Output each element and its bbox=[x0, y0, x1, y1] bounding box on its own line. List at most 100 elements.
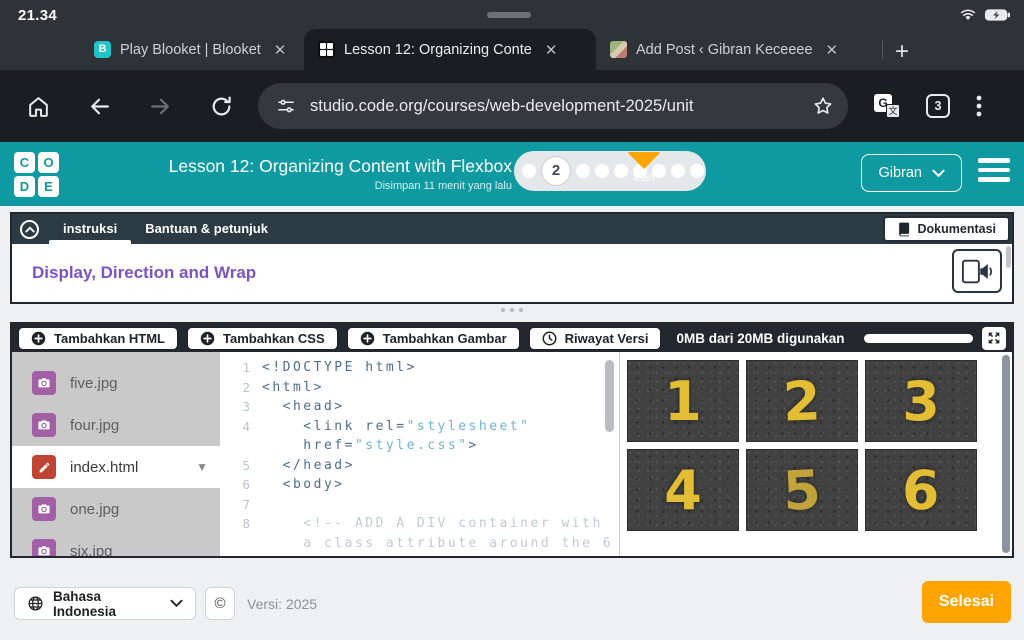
tab-close-icon[interactable]: ✕ bbox=[822, 39, 843, 61]
reload-button[interactable] bbox=[209, 94, 234, 119]
more-levels-label: lebih bbox=[622, 173, 666, 184]
documentation-button[interactable]: Dokumentasi bbox=[883, 216, 1011, 242]
code-line: a class attribute around the 6 bbox=[228, 534, 619, 554]
level-bubble[interactable]: 2 bbox=[541, 156, 571, 186]
preview-image-number-5: 5 bbox=[746, 449, 858, 531]
browser-tab[interactable]: BPlay Blooket | Blooket✕ bbox=[80, 29, 304, 70]
browser-tab[interactable]: Add Post ‹ Gibran Keceeee ✕ bbox=[596, 29, 880, 70]
forward-button[interactable] bbox=[148, 94, 173, 119]
collapse-chevron-icon[interactable] bbox=[20, 220, 39, 239]
line-number: 7 bbox=[228, 495, 250, 515]
file-name: index.html bbox=[70, 459, 138, 476]
file-item-one.jpg[interactable]: one.jpg bbox=[12, 488, 220, 530]
code-line: 1<!DOCTYPE html> bbox=[228, 358, 619, 378]
clock-icon bbox=[542, 331, 557, 346]
editor-scrollbar-thumb[interactable] bbox=[605, 360, 614, 432]
more-levels-arrow-icon[interactable] bbox=[627, 152, 661, 169]
new-tab-button[interactable]: + bbox=[895, 40, 909, 64]
lesson-header: CODE Lesson 12: Organizing Content with … bbox=[0, 142, 1024, 206]
finish-button[interactable]: Selesai bbox=[922, 581, 1011, 623]
translate-icon[interactable]: G文 bbox=[874, 94, 900, 118]
level-progress-bubbles[interactable]: 2 bbox=[514, 151, 706, 191]
copyright-button[interactable]: © bbox=[205, 587, 235, 620]
text-to-speech-button[interactable] bbox=[952, 249, 1002, 293]
more-levels[interactable]: lebih bbox=[622, 152, 666, 184]
plus-icon bbox=[200, 331, 215, 346]
bookmark-star-icon[interactable] bbox=[812, 95, 834, 117]
menu-kebab-icon[interactable] bbox=[976, 95, 982, 117]
version-text: Versi: 2025 bbox=[247, 596, 317, 612]
tab-close-icon[interactable]: ✕ bbox=[270, 39, 291, 61]
line-number: 4 bbox=[228, 417, 250, 437]
preview-scrollbar-thumb[interactable] bbox=[1002, 355, 1010, 553]
tab-bantuan-petunjuk[interactable]: Bantuan & petunjuk bbox=[131, 214, 282, 244]
file-name: one.jpg bbox=[70, 501, 119, 518]
camera-cutout bbox=[487, 12, 531, 18]
back-button[interactable] bbox=[87, 94, 112, 119]
plus-icon bbox=[360, 331, 375, 346]
panel-resize-handle[interactable] bbox=[0, 308, 1024, 312]
level-bubble[interactable] bbox=[522, 164, 536, 178]
toolbar-button-tambahkan-css[interactable]: Tambahkan CSS bbox=[187, 327, 338, 350]
toolbar-button-tambahkan-gambar[interactable]: Tambahkan Gambar bbox=[347, 327, 520, 350]
lesson-titles: Lesson 12: Organizing Content with Flexb… bbox=[0, 156, 512, 192]
painted-number: 4 bbox=[664, 459, 702, 522]
tab-close-icon[interactable]: ✕ bbox=[541, 39, 562, 61]
preview-pane: 123456 bbox=[620, 352, 1012, 556]
image-file-icon bbox=[32, 539, 56, 556]
image-file-icon bbox=[32, 371, 56, 395]
level-bubble[interactable] bbox=[576, 164, 590, 178]
wifi-icon bbox=[959, 7, 977, 22]
toolbar-button-tambahkan-html[interactable]: Tambahkan HTML bbox=[18, 327, 178, 350]
code-text: <!-- ADD A DIV container with bbox=[262, 514, 603, 534]
painted-number: 5 bbox=[782, 458, 823, 523]
url-text[interactable]: studio.code.org/courses/web-development-… bbox=[310, 97, 812, 116]
painted-number: 1 bbox=[664, 370, 702, 433]
preview-image-number-6: 6 bbox=[865, 449, 977, 531]
file-name: six.jpg bbox=[70, 543, 113, 557]
hamburger-menu-icon[interactable] bbox=[978, 158, 1010, 182]
storage-usage-text: 0MB dari 20MB digunakan bbox=[676, 331, 844, 346]
file-item-index.html[interactable]: index.html ▼ bbox=[12, 446, 220, 488]
instruction-heading: Display, Direction and Wrap bbox=[32, 263, 256, 283]
scrollbar-thumb[interactable] bbox=[1006, 246, 1011, 268]
toolbar-button-riwayat-versi[interactable]: Riwayat Versi bbox=[529, 327, 662, 350]
line-number: 3 bbox=[228, 397, 250, 417]
user-menu-button[interactable]: Gibran bbox=[861, 154, 962, 192]
photo-favicon-icon bbox=[610, 41, 627, 58]
expand-icon bbox=[986, 330, 1002, 346]
code-text: <body> bbox=[262, 475, 345, 495]
code-line: 4 <link rel="stylesheet" bbox=[228, 417, 619, 437]
painted-number: 6 bbox=[901, 458, 941, 522]
level-bubble[interactable] bbox=[595, 164, 609, 178]
tab-title: Add Post ‹ Gibran Keceeee bbox=[636, 42, 813, 58]
home-button[interactable] bbox=[26, 94, 51, 119]
image-file-icon bbox=[32, 497, 56, 521]
line-number bbox=[228, 436, 250, 456]
address-bar[interactable]: studio.code.org/courses/web-development-… bbox=[258, 83, 848, 129]
file-item-four.jpg[interactable]: four.jpg bbox=[12, 404, 220, 446]
fullscreen-button[interactable] bbox=[982, 327, 1006, 350]
code-line: href="style.css"> bbox=[228, 436, 619, 456]
site-settings-icon[interactable] bbox=[276, 96, 296, 116]
code-line: 5 </head> bbox=[228, 456, 619, 476]
file-item-six.jpg[interactable]: six.jpg bbox=[12, 530, 220, 556]
tab-switcher-button[interactable]: 3 bbox=[926, 94, 950, 118]
file-item-five.jpg[interactable]: five.jpg bbox=[12, 362, 220, 404]
level-bubble[interactable] bbox=[671, 164, 685, 178]
language-select[interactable]: Bahasa Indonesia bbox=[14, 587, 196, 620]
code-editor[interactable]: 1<!DOCTYPE html>2<html>3 <head>4 <link r… bbox=[220, 352, 620, 556]
file-name: four.jpg bbox=[70, 417, 119, 434]
line-number: 6 bbox=[228, 475, 250, 495]
code-text: a class attribute around the 6 bbox=[262, 534, 613, 554]
level-bubble[interactable] bbox=[690, 164, 704, 178]
preview-image-number-3: 3 bbox=[865, 360, 977, 442]
tab-instruksi[interactable]: instruksi bbox=[49, 214, 131, 244]
code-line: 3 <head> bbox=[228, 397, 619, 417]
image-file-icon bbox=[32, 413, 56, 437]
caret-down-icon[interactable]: ▼ bbox=[196, 460, 208, 474]
code-line: 8 <!-- ADD A DIV container with bbox=[228, 514, 619, 534]
browser-tab[interactable]: Lesson 12: Organizing Conte✕ bbox=[304, 29, 596, 70]
code-text: <html> bbox=[262, 378, 324, 398]
painted-number: 2 bbox=[782, 369, 822, 433]
